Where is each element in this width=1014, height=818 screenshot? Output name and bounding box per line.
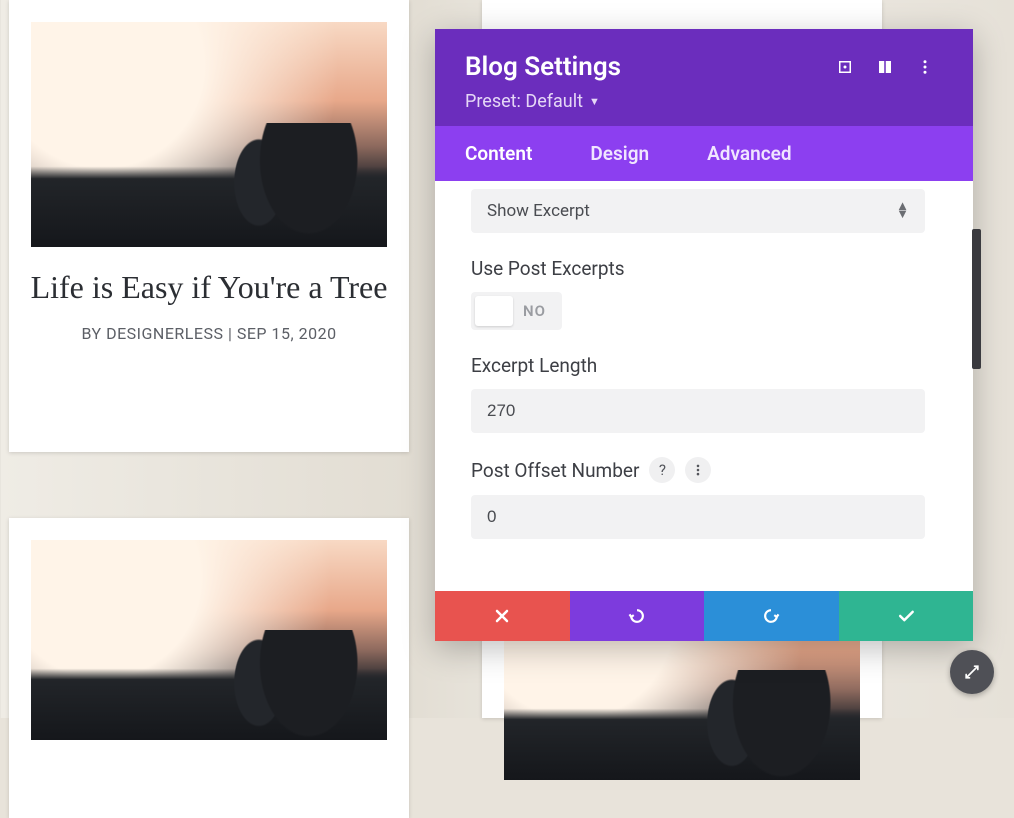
field-post-offset: Post Offset Number ? (471, 457, 945, 539)
post-card (9, 518, 409, 818)
select-sort-icon: ▲▼ (896, 203, 909, 219)
save-button[interactable] (839, 591, 974, 641)
columns-icon[interactable] (865, 47, 905, 87)
use-excerpts-label: Use Post Excerpts (471, 257, 945, 280)
excerpt-length-input[interactable] (471, 389, 925, 433)
panel-body: Show Excerpt ▲▼ Use Post Excerpts NO Exc… (435, 181, 973, 591)
post-author[interactable]: DESIGNERLESS (106, 324, 223, 343)
post-offset-label: Post Offset Number (471, 459, 639, 482)
post-thumbnail[interactable] (31, 540, 387, 740)
panel-tabs: Content Design Advanced (435, 126, 973, 181)
select-value: Show Excerpt (487, 201, 590, 221)
resize-handle[interactable] (950, 650, 994, 694)
redo-button[interactable] (704, 591, 839, 641)
preset-label: Preset: Default (465, 91, 583, 112)
undo-button[interactable] (570, 591, 705, 641)
panel-footer (435, 591, 973, 641)
post-offset-input[interactable] (471, 495, 925, 539)
tab-design[interactable]: Design (560, 126, 677, 181)
post-title[interactable]: Life is Easy if You're a Tree (29, 269, 389, 306)
post-byline-prefix: BY (81, 324, 106, 343)
toggle-knob (475, 296, 513, 326)
accordion-elements[interactable]: Elements (471, 579, 925, 591)
chevron-down-icon: ▼ (589, 95, 600, 108)
field-use-excerpts: Use Post Excerpts NO (471, 257, 945, 330)
discard-button[interactable] (435, 591, 570, 641)
field-options-icon[interactable] (685, 457, 711, 483)
post-meta: BY DESIGNERLESS | SEP 15, 2020 (9, 324, 409, 343)
field-excerpt-length: Excerpt Length (471, 354, 945, 433)
panel-header: Blog Settings Preset: Default ▼ (435, 29, 973, 126)
scrollbar-thumb[interactable] (972, 229, 981, 369)
tab-content[interactable]: Content (435, 126, 560, 181)
post-date: SEP 15, 2020 (237, 324, 337, 343)
excerpt-length-label: Excerpt Length (471, 354, 945, 377)
expand-icon[interactable] (825, 47, 865, 87)
use-excerpts-toggle[interactable]: NO (471, 292, 562, 330)
panel-title: Blog Settings (465, 52, 825, 82)
content-length-select[interactable]: Show Excerpt ▲▼ (471, 189, 925, 233)
meta-sep: | (223, 324, 236, 343)
preset-selector[interactable]: Preset: Default ▼ (465, 91, 945, 112)
toggle-state: NO (513, 302, 558, 320)
blog-settings-panel: Blog Settings Preset: Default ▼ Content … (435, 29, 973, 641)
post-thumbnail[interactable] (31, 22, 387, 247)
help-icon[interactable]: ? (649, 457, 675, 483)
more-menu-icon[interactable] (905, 47, 945, 87)
post-card: Life is Easy if You're a Tree BY DESIGNE… (9, 0, 409, 452)
tab-advanced[interactable]: Advanced (677, 126, 819, 181)
